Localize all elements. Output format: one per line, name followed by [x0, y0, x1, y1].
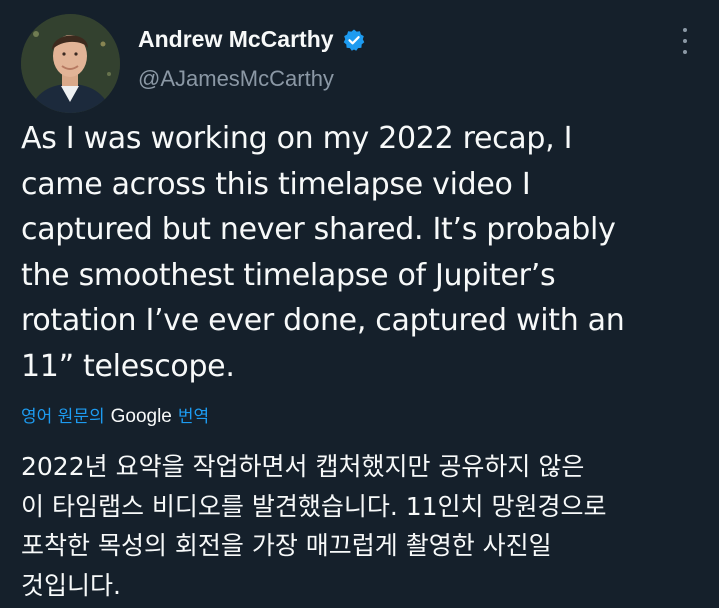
translation-suffix: 번역 — [177, 407, 210, 427]
author-name[interactable]: Andrew McCarthy — [138, 26, 334, 53]
google-logo: Google — [110, 406, 172, 427]
translation-prefix: 영어 원문의 — [21, 407, 105, 427]
translated-text: 2022년 요약을 작업하면서 캡처했지만 공유하지 않은 이 타임랩스 비디오… — [21, 452, 607, 600]
avatar[interactable] — [21, 14, 120, 113]
translation-label[interactable]: 영어 원문의 Google 번역 — [21, 402, 209, 428]
author-row: Andrew McCarthy — [138, 26, 366, 53]
profile-photo-icon — [21, 14, 120, 113]
more-options-icon[interactable] — [674, 28, 696, 54]
author-handle[interactable]: @AJamesMcCarthy — [138, 66, 334, 92]
tweet-text: As I was working on my 2022 recap, I cam… — [21, 121, 625, 384]
verified-badge-icon — [342, 28, 366, 52]
